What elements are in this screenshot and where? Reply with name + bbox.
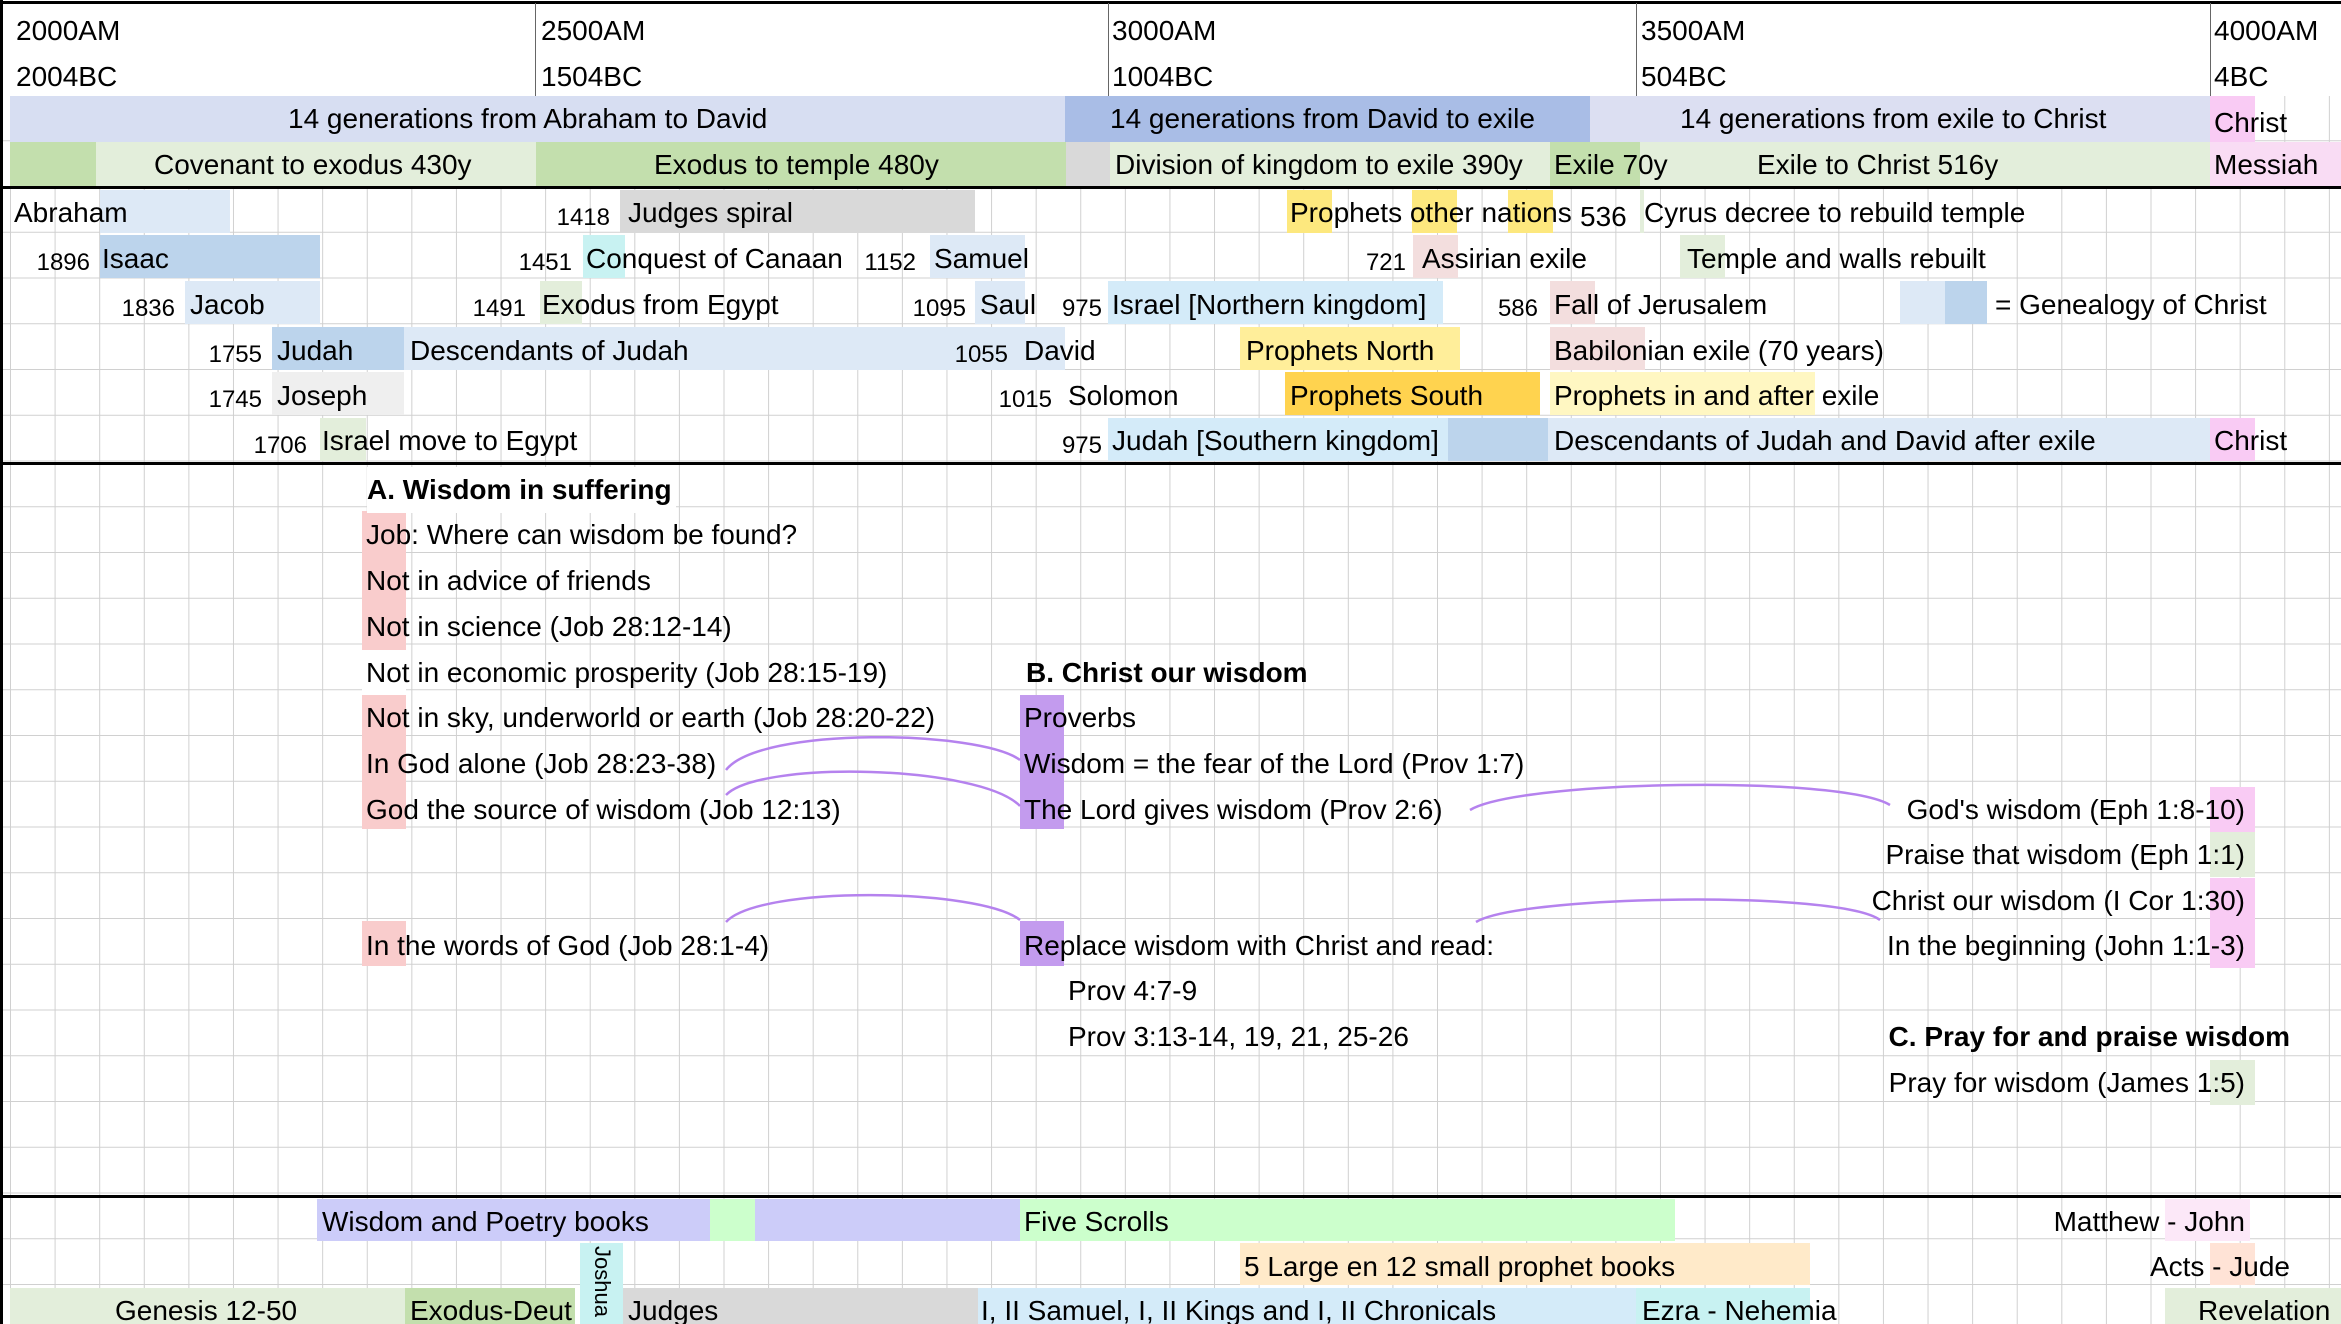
curve-god-alone <box>725 735 1021 771</box>
timeline-spreadsheet: 2000AM 2500AM 3000AM 3500AM 4000AM 2004B… <box>0 0 2341 1324</box>
curve-wisdom-nt <box>1469 783 1891 812</box>
connector-curves <box>725 735 1891 924</box>
curve-words <box>725 893 1021 923</box>
curve-christ-nt <box>1475 898 1881 924</box>
curve-source <box>725 770 1021 807</box>
